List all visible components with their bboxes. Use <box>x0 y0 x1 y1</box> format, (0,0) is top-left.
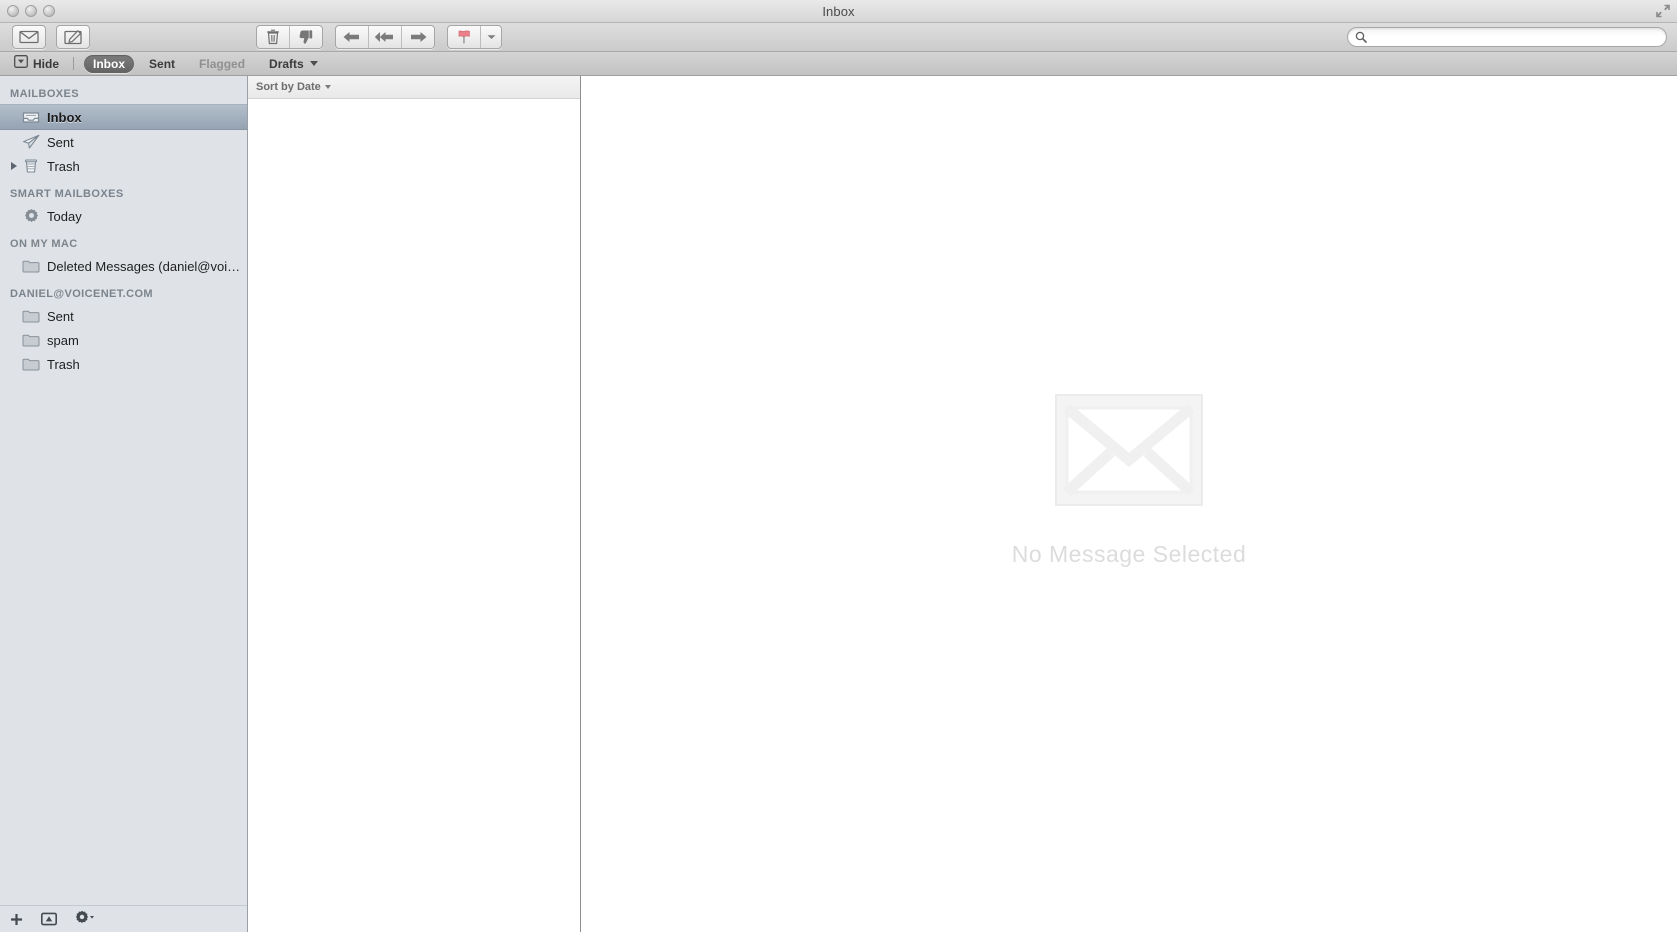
compose-button[interactable] <box>57 26 89 48</box>
reply-all-arrow-icon <box>374 32 393 42</box>
activity-icon <box>41 912 57 926</box>
sidebar-item-today-label: Today <box>47 208 82 224</box>
plus-icon <box>11 913 22 925</box>
fav-drafts-label: Drafts <box>269 56 304 71</box>
zoom-button[interactable] <box>43 5 55 17</box>
sidebar-item-account-sent[interactable]: Sent <box>0 304 247 328</box>
fav-sent-label: Sent <box>149 56 176 71</box>
window-title: Inbox <box>822 3 855 19</box>
compose-pencil-icon <box>64 29 82 44</box>
add-mailbox-button[interactable] <box>10 913 23 926</box>
chevron-down-icon <box>309 61 318 66</box>
favorites-bar: Hide Inbox Sent Flagged Drafts <box>0 52 1677 76</box>
message-list-body[interactable] <box>248 99 580 932</box>
toolbar-mid-group <box>256 25 502 49</box>
reply-group <box>335 25 435 49</box>
sidebar-item-trash-label: Trash <box>47 158 80 174</box>
junk-button[interactable] <box>290 26 322 48</box>
fav-sent[interactable]: Sent <box>140 55 184 73</box>
get-mail-button[interactable] <box>13 26 45 48</box>
folder-icon <box>20 333 42 348</box>
fav-drafts[interactable]: Drafts <box>260 55 327 73</box>
sidebar-item-trash[interactable]: Trash <box>0 154 247 178</box>
trash-icon <box>267 29 279 45</box>
sidebar-item-account-spam[interactable]: spam <box>0 328 247 352</box>
search-input[interactable] <box>1371 29 1666 45</box>
sidebar-item-account-sent-label: Sent <box>47 308 74 324</box>
red-flag-icon <box>458 30 470 44</box>
sidebar-item-account-spam-label: spam <box>47 332 79 348</box>
paper-plane-icon <box>20 134 42 150</box>
toolbar-left-group <box>12 25 90 49</box>
message-preview-pane: No Message Selected <box>581 76 1677 932</box>
search-icon <box>1355 31 1367 43</box>
trash-can-icon <box>20 158 42 174</box>
no-message-selected-label: No Message Selected <box>1011 541 1247 567</box>
sidebar-header-account: DANIEL@VOICENET.COM <box>10 288 153 300</box>
chevron-down-icon <box>487 35 495 39</box>
sidebar-scroll-area: MAILBOXES Inbox Sent Trash SMART MAILBOX… <box>0 76 247 905</box>
sidebar-item-deleted-messages-label: Deleted Messages (daniel@voic… <box>47 258 243 274</box>
mailbox-actions-button[interactable] <box>75 910 95 929</box>
thumbs-down-icon <box>299 30 313 44</box>
reply-all-button[interactable] <box>369 26 402 48</box>
reply-button[interactable] <box>336 26 369 48</box>
sort-by-button[interactable]: Sort by Date <box>256 81 321 93</box>
reply-arrow-icon <box>343 32 359 42</box>
fav-flagged[interactable]: Flagged <box>190 55 254 73</box>
mail-window: Inbox Hide Inbox Sent Flagged Drafts MAI… <box>0 0 1677 932</box>
forward-arrow-icon <box>411 32 427 42</box>
hide-label: Hide <box>33 56 60 71</box>
delete-button[interactable] <box>257 26 290 48</box>
sidebar-item-account-trash[interactable]: Trash <box>0 352 247 376</box>
traffic-lights <box>7 5 55 17</box>
sidebar-header-smart-mailboxes: SMART MAILBOXES <box>10 188 124 200</box>
flag-group <box>447 25 502 49</box>
favorites-separator <box>73 57 75 70</box>
message-list-pane: Sort by Date <box>248 76 581 932</box>
forward-button[interactable] <box>402 26 434 48</box>
hide-sidebar-button[interactable]: Hide <box>10 54 63 74</box>
gear-icon <box>20 208 42 225</box>
sidebar-header-on-my-mac: ON MY MAC <box>10 238 78 250</box>
folder-icon <box>20 309 42 324</box>
fav-flagged-label: Flagged <box>199 56 246 71</box>
chevron-down-icon <box>324 85 331 89</box>
envelope-icon <box>19 30 39 44</box>
compose-group <box>56 25 90 49</box>
sidebar-item-inbox[interactable]: Inbox <box>0 104 247 130</box>
search-field[interactable] <box>1347 27 1667 47</box>
sidebar-item-sent[interactable]: Sent <box>0 130 247 154</box>
sidebar: MAILBOXES Inbox Sent Trash SMART MAILBOX… <box>0 76 248 932</box>
delete-junk-group <box>256 25 323 49</box>
trash-disclosure-triangle[interactable] <box>8 162 20 170</box>
large-envelope-icon <box>1055 394 1203 511</box>
gear-dropdown-icon <box>75 910 95 929</box>
toolbar <box>0 23 1677 52</box>
fullscreen-arrows-icon[interactable] <box>1655 3 1671 19</box>
sidebar-item-deleted-messages[interactable]: Deleted Messages (daniel@voic… <box>0 254 247 278</box>
sidebar-item-today[interactable]: Today <box>0 204 247 228</box>
sidebar-footer <box>0 905 247 932</box>
fav-inbox[interactable]: Inbox <box>84 54 135 73</box>
inbox-tray-icon <box>20 109 42 125</box>
flag-dropdown-button[interactable] <box>481 26 501 48</box>
close-button[interactable] <box>7 5 19 17</box>
sidebar-item-inbox-label: Inbox <box>47 109 82 125</box>
get-mail-group <box>12 25 46 49</box>
fav-inbox-label: Inbox <box>93 56 126 71</box>
sidebar-header-mailboxes: MAILBOXES <box>10 88 79 100</box>
sidebar-toggle-icon <box>14 54 28 73</box>
titlebar: Inbox <box>0 0 1677 23</box>
sidebar-item-sent-label: Sent <box>47 134 74 150</box>
message-list-header: Sort by Date <box>248 76 580 99</box>
sidebar-item-account-trash-label: Trash <box>47 356 80 372</box>
flag-button[interactable] <box>448 26 481 48</box>
minimize-button[interactable] <box>25 5 37 17</box>
folder-icon <box>20 357 42 372</box>
main-body: MAILBOXES Inbox Sent Trash SMART MAILBOX… <box>0 76 1677 932</box>
mailbox-activity-button[interactable] <box>41 912 57 926</box>
folder-icon <box>20 259 42 274</box>
